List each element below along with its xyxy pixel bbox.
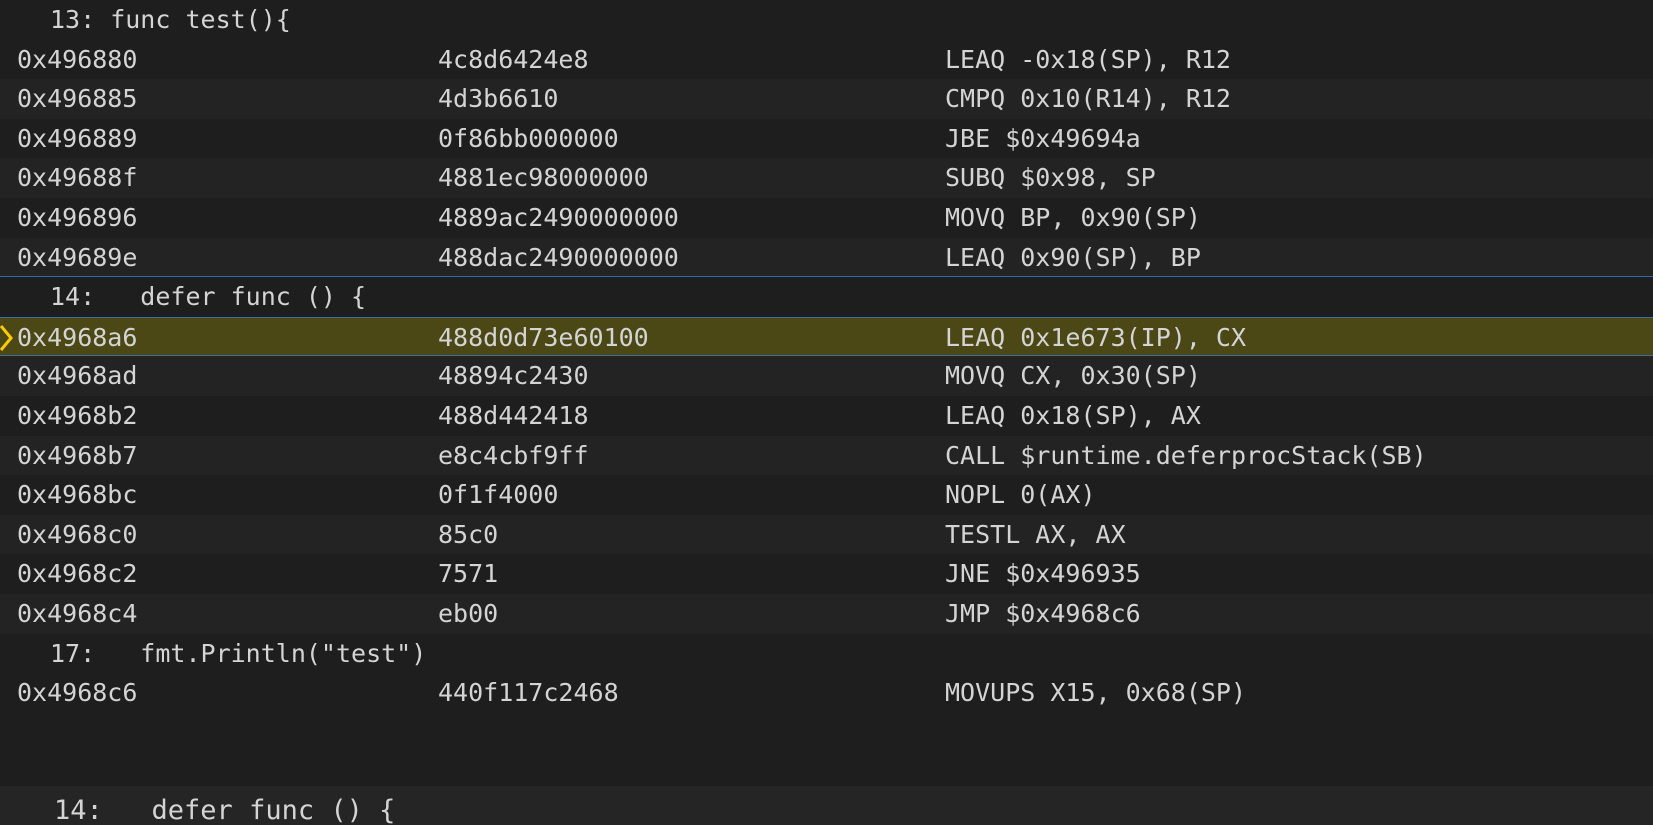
instruction-text: JNE $0x496935 — [945, 559, 1141, 589]
instruction-address: 0x496885 — [17, 84, 138, 114]
instruction-row[interactable]: 0x496885 4d3b6610 CMPQ 0x10(R14), R12 — [0, 79, 1653, 119]
instruction-address: 0x4968bc — [17, 480, 138, 510]
instruction-text: NOPL 0(AX) — [945, 480, 1096, 510]
instruction-row[interactable]: 0x4968ad 48894c2430 MOVQ CX, 0x30(SP) — [0, 356, 1653, 396]
instruction-text: LEAQ 0x18(SP), AX — [945, 401, 1201, 430]
source-line-text: 17: fmt.Println("test") — [50, 638, 427, 668]
instruction-address: 0x49688f — [17, 163, 138, 193]
instruction-address: 0x4968c2 — [17, 559, 138, 589]
instruction-address: 0x496880 — [17, 44, 138, 74]
instruction-row[interactable]: 0x4968bc 0f1f4000 NOPL 0(AX) — [0, 475, 1653, 515]
instruction-row[interactable]: 0x4968b2 488d442418 LEAQ 0x18(SP), AX — [0, 396, 1653, 436]
instruction-text: JBE $0x49694a — [945, 123, 1141, 153]
instruction-text: MOVQ CX, 0x30(SP) — [945, 361, 1201, 391]
instruction-text: MOVQ BP, 0x90(SP) — [945, 203, 1201, 232]
instruction-bytes: 0f86bb000000 — [438, 123, 619, 153]
instruction-bytes: 488d442418 — [438, 401, 589, 430]
instruction-address: 0x4968c4 — [17, 599, 138, 628]
instruction-address: 0x496896 — [17, 203, 138, 232]
instruction-bytes: 4881ec98000000 — [438, 163, 649, 193]
instruction-row[interactable]: 0x49689e 488dac2490000000 LEAQ 0x90(SP), B… — [0, 237, 1653, 278]
instruction-bytes: eb00 — [438, 599, 499, 628]
instruction-address: 0x4968c6 — [17, 678, 138, 708]
instruction-text: CMPQ 0x10(R14), R12 — [945, 84, 1231, 114]
instruction-address: 0x4968a6 — [17, 322, 138, 352]
instruction-row[interactable]: 0x4968c2 7571 JNE $0x496935 — [0, 554, 1653, 594]
instruction-bytes: 488dac2490000000 — [438, 242, 679, 272]
instruction-bytes: 4889ac2490000000 — [438, 203, 679, 232]
instruction-row[interactable]: 0x4968c4 eb00 JMP $0x4968c6 — [0, 594, 1653, 634]
instruction-address: 0x4968c0 — [17, 519, 138, 549]
source-line-text: 13: func test(){ — [50, 5, 291, 34]
sticky-source-text: 14: defer func () { — [54, 795, 396, 825]
gap — [0, 712, 1653, 786]
instruction-row[interactable]: 0x496889 0f86bb000000 JBE $0x49694a — [0, 118, 1653, 159]
instruction-bytes: 4c8d6424e8 — [438, 44, 589, 74]
instruction-bytes: 4d3b6610 — [438, 84, 559, 114]
instruction-row[interactable]: 0x4968c6 440f117c2468 MOVUPS X15, 0x68(SP) — [0, 673, 1653, 713]
instruction-row[interactable]: 0x4968b7 e8c4cbf9ff CALL $runtime.deferpro… — [0, 435, 1653, 476]
instruction-text: SUBQ $0x98, SP — [945, 163, 1156, 193]
instruction-bytes: 85c0 — [438, 519, 499, 549]
instruction-address: 0x4968ad — [17, 361, 138, 391]
instruction-row[interactable]: 0x49688f 4881ec98000000 SUBQ $0x98, SP — [0, 158, 1653, 198]
instruction-text: JMP $0x4968c6 — [945, 599, 1141, 628]
instruction-row[interactable]: 0x496896 4889ac2490000000 MOVQ BP, 0x90(SP… — [0, 198, 1653, 238]
instruction-text: LEAQ 0x1e673(IP), CX — [945, 322, 1247, 352]
source-line-row[interactable]: 17: fmt.Println("test") — [0, 633, 1653, 674]
instruction-bytes: 0f1f4000 — [438, 480, 559, 510]
instruction-bytes: e8c4cbf9ff — [438, 440, 589, 470]
instruction-row[interactable]: 0x496880 4c8d6424e8 LEAQ -0x18(SP), R12 — [0, 39, 1653, 80]
instruction-bytes: 48894c2430 — [438, 361, 589, 391]
instruction-text: LEAQ 0x90(SP), BP — [945, 242, 1201, 272]
instruction-bytes: 488d0d73e60100 — [438, 322, 649, 352]
source-line-text: 14: defer func () { — [50, 282, 367, 312]
instruction-address: 0x49689e — [17, 242, 138, 272]
instruction-text: LEAQ -0x18(SP), R12 — [945, 44, 1231, 74]
disassembly-view[interactable]: 13: func test(){ 0x496880 4c8d6424e8 LEAQ -… — [0, 0, 1653, 825]
source-line-row[interactable]: 14: defer func () { — [0, 277, 1653, 317]
instruction-bytes: 440f117c2468 — [438, 678, 619, 708]
instruction-address: 0x4968b2 — [17, 401, 138, 430]
current-instruction-row[interactable]: 0x4968a6 488d0d73e60100 LEAQ 0x1e673(IP), … — [0, 316, 1653, 360]
instruction-address: 0x4968b7 — [17, 440, 138, 470]
debug-stackframe-arrow-icon — [0, 318, 14, 360]
instruction-bytes: 7571 — [438, 559, 499, 589]
sticky-source-header: 14: defer func () { — [0, 786, 1653, 825]
instruction-text: CALL $runtime.deferprocStack(SB) — [945, 440, 1427, 470]
instruction-row[interactable]: 0x4968c0 85c0 TESTL AX, AX — [0, 514, 1653, 555]
source-line-row[interactable]: 13: func test(){ — [0, 0, 1653, 40]
instruction-address: 0x496889 — [17, 123, 138, 153]
instruction-text: MOVUPS X15, 0x68(SP) — [945, 678, 1247, 708]
instruction-text: TESTL AX, AX — [945, 519, 1126, 549]
